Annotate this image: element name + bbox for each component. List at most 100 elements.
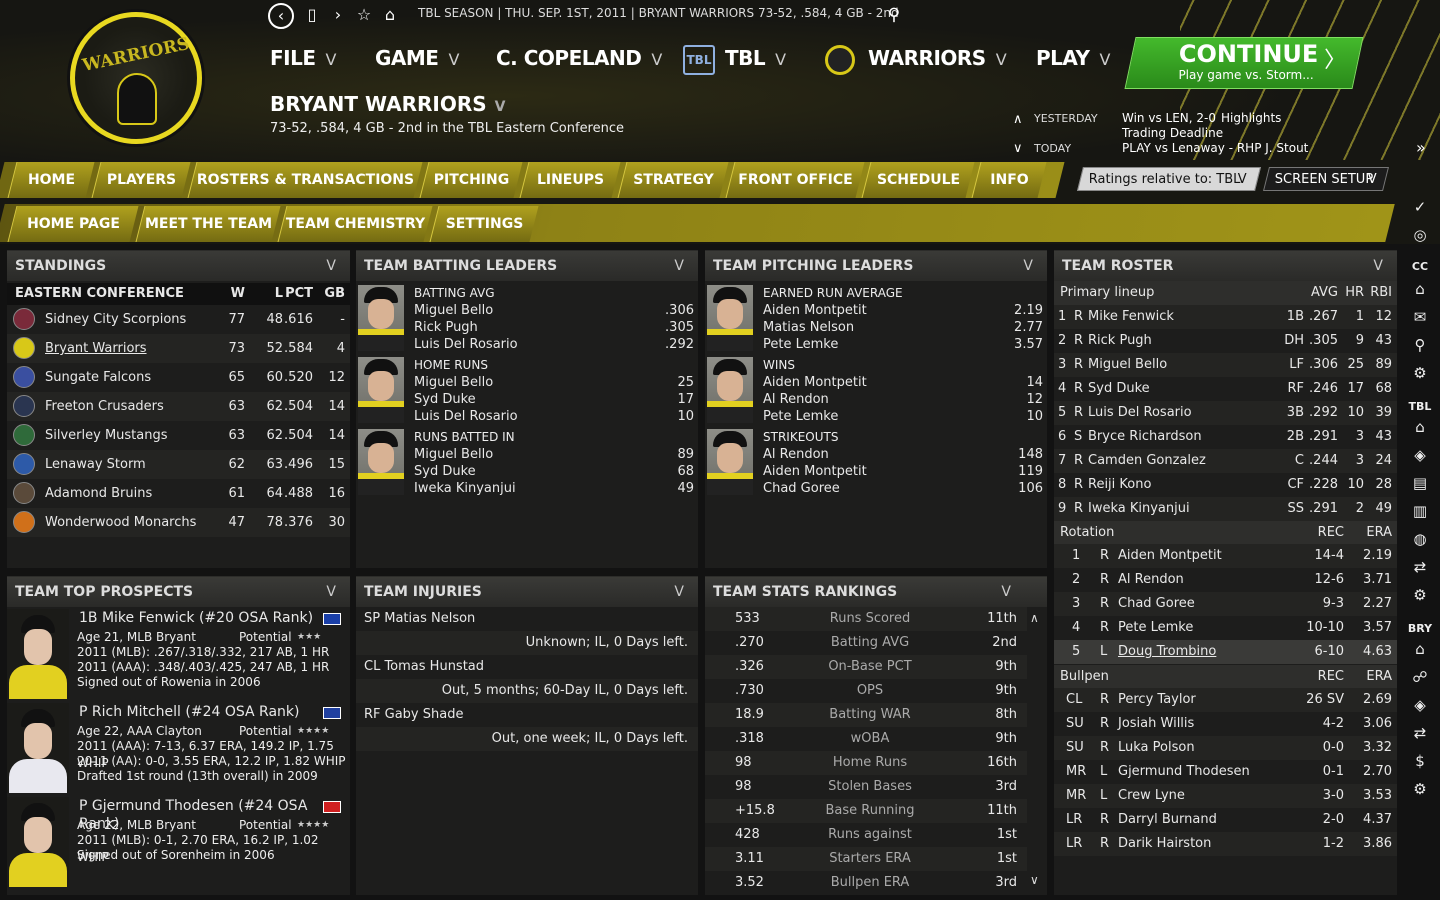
player-name[interactable]: Pete Lemke <box>1118 616 1193 640</box>
home-icon[interactable]: ⌂ <box>378 4 402 26</box>
ranking-row[interactable]: .326 On-Base PCT 9th <box>705 655 1027 679</box>
standings-row[interactable]: Sungate Falcons 65 60.520 12 <box>7 363 350 392</box>
menu-manager[interactable]: C. COPELAND V <box>496 46 662 70</box>
player-name[interactable]: Bryce Richardson <box>1088 425 1202 449</box>
player-name[interactable]: Reiji Kono <box>1088 473 1151 497</box>
injured-player[interactable]: SP Matias Nelson <box>364 607 475 631</box>
ranking-row[interactable]: 98 Stolen Bases 3rd <box>705 775 1027 799</box>
leader-name[interactable]: Iweka Kinyanjui <box>414 480 516 497</box>
lineup-row[interactable]: 4 R Syd Duke RF .246 17 68 <box>1054 377 1397 401</box>
lineup-row[interactable]: 8 R Reiji Kono CF .228 10 28 <box>1054 473 1397 497</box>
leader-name[interactable]: Miguel Bello <box>414 302 493 319</box>
leader-name[interactable]: Al Rendon <box>763 446 829 463</box>
star-icon[interactable]: ☆ <box>352 4 376 26</box>
player-name[interactable]: Josiah Willis <box>1118 712 1194 736</box>
menu-game[interactable]: GAME V <box>375 46 459 70</box>
prospect-photo[interactable] <box>7 797 69 887</box>
bullpen-row[interactable]: SU R Josiah Willis 4-2 3.06 <box>1054 712 1397 736</box>
chevron-down-icon[interactable]: V <box>326 251 336 281</box>
team-title[interactable]: BRYANT WARRIORS V <box>270 92 505 116</box>
trade-icon[interactable]: ⇄ <box>1400 558 1440 576</box>
search-icon[interactable]: ⚲ <box>1400 336 1440 354</box>
lineup-icon[interactable]: ☍ <box>1400 668 1440 686</box>
tab-schedule[interactable]: SCHEDULE <box>861 162 975 198</box>
menu-play[interactable]: PLAY V <box>1036 46 1110 70</box>
leader-name[interactable]: Al Rendon <box>763 391 829 408</box>
rotation-row[interactable]: 2 R Al Rendon 12-6 3.71 <box>1054 568 1397 592</box>
player-name[interactable]: Aiden Montpetit <box>1118 544 1222 568</box>
chevron-down-icon[interactable]: ∨ <box>1013 141 1023 156</box>
player-photo[interactable] <box>358 429 404 495</box>
team-name[interactable]: Silverley Mustangs <box>45 421 168 450</box>
player-name[interactable]: Miguel Bello <box>1088 353 1167 377</box>
leader-name[interactable]: Pete Lemke <box>763 408 838 425</box>
bullpen-row[interactable]: CL R Percy Taylor 26 SV 2.69 <box>1054 688 1397 712</box>
chevron-down-icon[interactable]: V <box>1373 251 1383 281</box>
tab-team-chemistry[interactable]: TEAM CHEMISTRY <box>277 206 433 242</box>
chevron-down-icon[interactable]: V <box>674 251 684 281</box>
player-name[interactable]: Doug Trombino <box>1118 640 1216 664</box>
leader-name[interactable]: Syd Duke <box>414 391 476 408</box>
globe-icon[interactable]: ◎ <box>1400 226 1440 244</box>
player-photo[interactable] <box>707 357 753 423</box>
tab-strategy[interactable]: STRATEGY <box>617 162 729 198</box>
ratings-dropdown[interactable]: Ratings relative to: TBL V <box>1077 167 1261 191</box>
tab-home-page[interactable]: HOME PAGE <box>7 206 139 242</box>
leader-name[interactable]: Miguel Bello <box>414 374 493 391</box>
tab-meet-team[interactable]: MEET THE TEAM <box>135 206 281 242</box>
chevron-up-icon[interactable]: ∧ <box>1013 112 1023 127</box>
back-icon[interactable]: ‹ <box>268 3 294 29</box>
checkmark-icon[interactable]: ✓ <box>1400 198 1440 216</box>
player-name[interactable]: Crew Lyne <box>1118 784 1185 808</box>
lineup-row[interactable]: 1 R Mike Fenwick 1B .267 1 12 <box>1054 305 1397 329</box>
standings-row[interactable]: Bryant Warriors 73 52.584 4 <box>7 334 350 363</box>
player-photo[interactable] <box>358 285 404 351</box>
lineup-row[interactable]: 6 S Bryce Richardson 2B .291 3 43 <box>1054 425 1397 449</box>
prospect-title[interactable]: 1B Mike Fenwick (#20 OSA Rank) <box>79 609 313 627</box>
news-line3[interactable]: PLAY vs Lenaway - RHP J. Stout <box>1122 141 1308 155</box>
player-name[interactable]: Chad Goree <box>1118 592 1195 616</box>
tablet-icon[interactable]: ▯ <box>300 4 324 26</box>
lineup-row[interactable]: 9 R Iweka Kinyanjui SS .291 2 49 <box>1054 497 1397 521</box>
leader-name[interactable]: Luis Del Rosario <box>414 408 518 425</box>
bullpen-row[interactable]: LR R Darik Hairston 1-2 3.86 <box>1054 832 1397 856</box>
menu-file[interactable]: FILE V <box>270 46 336 70</box>
leader-name[interactable]: Aiden Montpetit <box>763 374 867 391</box>
tab-settings[interactable]: SETTINGS <box>429 206 539 242</box>
tab-players[interactable]: PLAYERS <box>91 162 191 198</box>
player-name[interactable]: Rick Pugh <box>1088 329 1152 353</box>
ranking-row[interactable]: .270 Batting AVG 2nd <box>705 631 1027 655</box>
home-icon[interactable]: ⌂ <box>1400 640 1440 658</box>
rotation-row[interactable]: 1 R Aiden Montpetit 14-4 2.19 <box>1054 544 1397 568</box>
team-name[interactable]: Adamond Bruins <box>45 479 152 508</box>
player-name[interactable]: Darryl Burnand <box>1118 808 1217 832</box>
leader-name[interactable]: Matias Nelson <box>763 319 854 336</box>
scroll-down-icon[interactable]: ∨ <box>1030 873 1039 887</box>
player-photo[interactable] <box>707 285 753 351</box>
finances-icon[interactable]: $ <box>1400 752 1440 770</box>
player-name[interactable]: Syd Duke <box>1088 377 1150 401</box>
prospect-photo[interactable] <box>7 609 69 699</box>
player-name[interactable]: Darik Hairston <box>1118 832 1211 856</box>
stats-chart-icon[interactable]: ▥ <box>1400 502 1440 520</box>
player-name[interactable]: Luka Polson <box>1118 736 1195 760</box>
team-name[interactable]: Wonderwood Monarchs <box>45 508 196 537</box>
tab-lineups[interactable]: LINEUPS <box>519 162 621 198</box>
ranking-row[interactable]: 3.52 Bullpen ERA 3rd <box>705 871 1027 895</box>
player-name[interactable]: Al Rendon <box>1118 568 1184 592</box>
leader-name[interactable]: Pete Lemke <box>763 336 838 353</box>
injury-player-row[interactable]: CL Tomas Hunstad <box>356 655 698 679</box>
trade-icon[interactable]: ⇄ <box>1400 724 1440 742</box>
continue-button[interactable]: CONTINUE Play game vs. Storm... 〉 <box>1124 37 1364 89</box>
gear-icon[interactable]: ⚙ <box>1400 364 1440 382</box>
tab-info[interactable]: INFO <box>971 162 1047 198</box>
home-icon[interactable]: ⌂ <box>1400 280 1440 298</box>
leader-name[interactable]: Aiden Montpetit <box>763 463 867 480</box>
lineup-row[interactable]: 5 R Luis Del Rosario 3B .292 10 39 <box>1054 401 1397 425</box>
leader-name[interactable]: Miguel Bello <box>414 446 493 463</box>
team-name[interactable]: Bryant Warriors <box>45 334 147 363</box>
tab-pitching[interactable]: PITCHING <box>419 162 523 198</box>
injured-player[interactable]: CL Tomas Hunstad <box>364 655 484 679</box>
player-name[interactable]: Iweka Kinyanjui <box>1088 497 1190 521</box>
leader-name[interactable]: Rick Pugh <box>414 319 478 336</box>
